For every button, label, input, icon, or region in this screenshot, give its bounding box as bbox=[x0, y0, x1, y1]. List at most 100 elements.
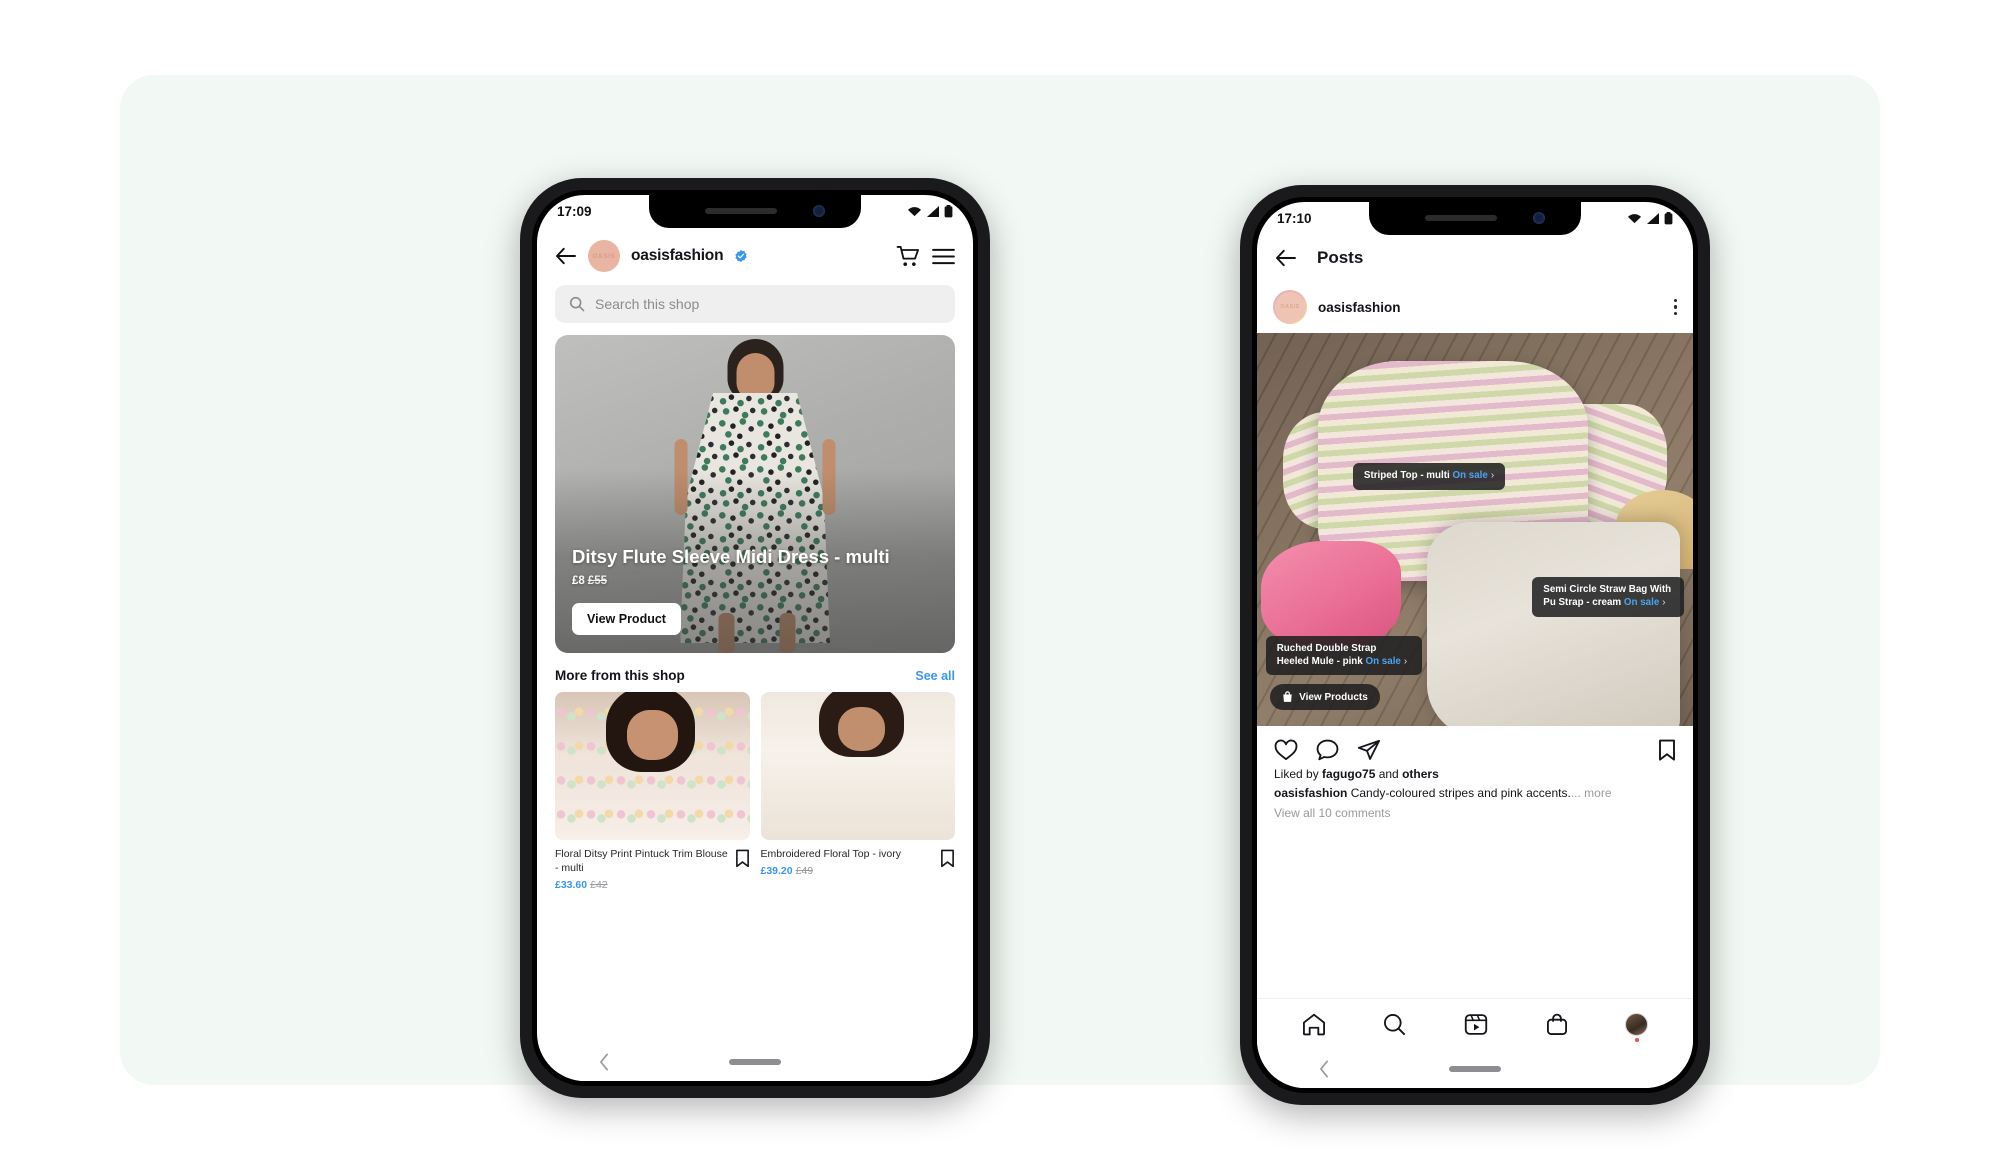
bookmark-icon[interactable] bbox=[1658, 739, 1676, 761]
caption-more-link[interactable]: more bbox=[1584, 786, 1611, 800]
signal-bars-icon bbox=[1647, 213, 1659, 224]
liked-by-prefix: Liked by bbox=[1274, 767, 1323, 781]
back-arrow-icon[interactable] bbox=[1275, 249, 1297, 267]
avatar[interactable]: OASIS bbox=[1273, 290, 1307, 324]
share-paper-plane-icon[interactable] bbox=[1357, 739, 1381, 761]
search-placeholder: Search this shop bbox=[595, 296, 700, 312]
tab-reels[interactable] bbox=[1464, 1013, 1488, 1036]
signal-bars-icon bbox=[927, 206, 939, 217]
hero-product-title: Ditsy Flute Sleeve Midi Dress - multi bbox=[572, 546, 890, 568]
bookmark-icon[interactable] bbox=[940, 849, 955, 868]
status-time: 17:09 bbox=[557, 204, 592, 219]
tab-profile[interactable] bbox=[1625, 1013, 1649, 1042]
product-thumbnail-1[interactable] bbox=[555, 692, 750, 840]
avatar-label: OASIS bbox=[1275, 292, 1305, 322]
search-icon bbox=[1384, 1014, 1406, 1036]
heart-icon[interactable] bbox=[1274, 739, 1298, 761]
more-from-shop-title: More from this shop bbox=[555, 668, 685, 683]
shop-header: OASIS oasisfashion bbox=[537, 228, 973, 283]
hero-product-card[interactable]: Ditsy Flute Sleeve Midi Dress - multi £8… bbox=[555, 335, 955, 653]
reels-icon bbox=[1464, 1014, 1488, 1035]
status-time: 17:10 bbox=[1277, 211, 1312, 226]
phone-screen-post: 17:10 Posts OASIS oasisfashion Striped T… bbox=[1257, 202, 1693, 1088]
shop-avatar[interactable]: OASIS bbox=[588, 240, 620, 272]
product-text-2: Embroidered Floral Top - ivory £39.20 £49 bbox=[761, 848, 935, 877]
hero-text-block: Ditsy Flute Sleeve Midi Dress - multi £8… bbox=[572, 546, 895, 587]
product-card-1[interactable]: Floral Ditsy Print Pintuck Trim Blouse -… bbox=[555, 692, 750, 891]
product-tag-sale-label: On sale bbox=[1365, 655, 1401, 667]
shopping-bag-icon bbox=[1283, 691, 1292, 703]
product-text-1: Floral Ditsy Print Pintuck Trim Blouse -… bbox=[555, 848, 729, 891]
system-nav-right bbox=[1257, 1050, 1693, 1088]
product-thumbnail-2[interactable] bbox=[760, 692, 955, 840]
system-nav-left bbox=[537, 1043, 973, 1081]
search-input[interactable]: Search this shop bbox=[555, 285, 955, 323]
shopping-cart-icon[interactable] bbox=[896, 245, 921, 268]
posts-header: Posts bbox=[1257, 235, 1693, 281]
tab-search[interactable] bbox=[1383, 1013, 1406, 1036]
caption-text: Candy-coloured stripes and pink accents. bbox=[1347, 786, 1571, 800]
liked-by-others[interactable]: others bbox=[1402, 767, 1439, 781]
view-products-button[interactable]: View Products bbox=[1270, 684, 1380, 711]
model-face bbox=[736, 353, 774, 399]
phone-mockup-post: 17:10 Posts OASIS oasisfashion Striped T… bbox=[1240, 185, 1710, 1105]
shop-name[interactable]: oasisfashion bbox=[631, 247, 724, 265]
view-products-label: View Products bbox=[1299, 691, 1368, 703]
status-bar-right: 17:10 bbox=[1257, 202, 1693, 235]
wifi-icon bbox=[907, 207, 922, 217]
page-title: Posts bbox=[1317, 248, 1364, 267]
status-bar-left: 17:09 bbox=[537, 195, 973, 228]
phone-screen-shop: 17:09 OASIS oasisfashion Search this sho… bbox=[537, 195, 973, 1081]
tab-shop[interactable] bbox=[1546, 1013, 1568, 1036]
status-icons bbox=[907, 205, 953, 218]
product-tag-heeled-mule[interactable]: Ruched Double Strap Heeled Mule - pink O… bbox=[1265, 635, 1422, 676]
more-options-icon[interactable] bbox=[1673, 299, 1677, 315]
profile-notification-dot bbox=[1634, 1038, 1639, 1042]
view-product-button[interactable]: View Product bbox=[572, 603, 681, 635]
avatar-label: OASIS bbox=[592, 252, 616, 260]
phone-bezel-right: 17:10 Posts OASIS oasisfashion Striped T… bbox=[1252, 197, 1698, 1093]
bookmark-icon[interactable] bbox=[735, 849, 750, 868]
home-indicator-pill[interactable] bbox=[729, 1059, 781, 1065]
product-tag-straw-bag[interactable]: Semi Circle Straw Bag With Pu Strap - cr… bbox=[1532, 576, 1685, 617]
caption-username[interactable]: oasisfashion bbox=[1274, 786, 1347, 800]
view-comments-link[interactable]: View all 10 comments bbox=[1274, 806, 1676, 820]
caption-ellipsis: ... bbox=[1570, 786, 1581, 800]
comment-bubble-icon[interactable] bbox=[1316, 739, 1339, 761]
see-all-link[interactable]: See all bbox=[915, 669, 955, 683]
chevron-right-icon: › bbox=[1490, 469, 1495, 481]
hero-price-current: £8 bbox=[572, 575, 585, 587]
back-arrow-icon[interactable] bbox=[555, 247, 577, 265]
chevron-right-icon: › bbox=[1662, 596, 1666, 608]
tab-home[interactable] bbox=[1302, 1013, 1326, 1036]
liked-by-username[interactable]: fagugo75 bbox=[1322, 767, 1375, 781]
liked-by-mid: and bbox=[1375, 767, 1403, 781]
product-meta-1: Floral Ditsy Print Pintuck Trim Blouse -… bbox=[555, 840, 750, 891]
wifi-icon bbox=[1627, 214, 1642, 224]
search-icon bbox=[569, 296, 585, 312]
product-name-1: Floral Ditsy Print Pintuck Trim Blouse -… bbox=[555, 848, 728, 874]
phone-bezel-left: 17:09 OASIS oasisfashion Search this sho… bbox=[532, 190, 978, 1086]
post-actions-row bbox=[1257, 726, 1693, 767]
system-back-chevron-icon[interactable] bbox=[599, 1053, 610, 1071]
battery-icon bbox=[1664, 212, 1673, 225]
battery-icon bbox=[944, 205, 953, 218]
product-price-original-1: £42 bbox=[590, 878, 608, 891]
product-tag-sale-label: On sale bbox=[1452, 469, 1488, 481]
product-meta-2: Embroidered Floral Top - ivory £39.20 £49 bbox=[761, 840, 956, 877]
shop-bag-icon bbox=[1546, 1013, 1567, 1035]
product-tag-striped-top[interactable]: Striped Top - multi On sale › bbox=[1352, 462, 1506, 490]
product-price-current-1: £33.60 bbox=[555, 878, 588, 891]
status-icons bbox=[1627, 212, 1673, 225]
product-tag-name: Striped Top - multi bbox=[1363, 469, 1450, 481]
product-price-1: £33.60 £42 bbox=[555, 879, 729, 891]
hamburger-menu-icon[interactable] bbox=[932, 248, 955, 265]
post-username[interactable]: oasisfashion bbox=[1318, 300, 1663, 315]
instagram-tab-bar bbox=[1257, 998, 1693, 1050]
system-back-chevron-icon[interactable] bbox=[1319, 1060, 1330, 1078]
product-card-2[interactable]: Embroidered Floral Top - ivory £39.20 £49 bbox=[760, 692, 956, 891]
product-tag-name: Ruched Double Strap Heeled Mule - pink bbox=[1276, 642, 1377, 667]
pink-mule-item bbox=[1261, 541, 1401, 648]
home-indicator-pill[interactable] bbox=[1449, 1066, 1501, 1072]
post-image[interactable]: Striped Top - multi On sale › Semi Circle… bbox=[1257, 333, 1693, 726]
